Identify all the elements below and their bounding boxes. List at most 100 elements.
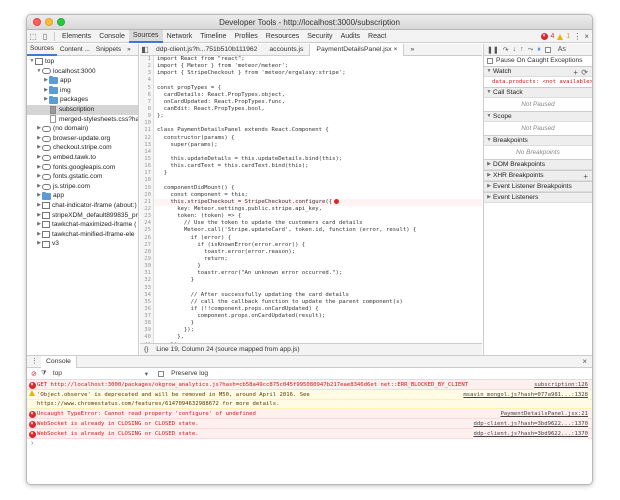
tree-item[interactable]: merged-stylesheets.css?has: [27, 115, 138, 125]
line-number[interactable]: 14: [140, 148, 154, 156]
tree-item[interactable]: ▶ stripeXDM_default899835_pro: [27, 211, 138, 221]
line-number[interactable]: 3: [140, 70, 154, 78]
code-line[interactable]: 23 token: (token) => {: [140, 213, 482, 221]
dom-breakpoints-header[interactable]: ▶ DOM Breakpoints: [484, 159, 592, 170]
async-checkbox[interactable]: [544, 46, 551, 53]
line-number[interactable]: 39: [140, 327, 154, 335]
line-number[interactable]: 4: [140, 77, 154, 85]
line-number[interactable]: 37: [140, 313, 154, 321]
console-source-link[interactable]: ddp-client.js?hash=3bd9622...:1370: [473, 419, 588, 429]
console-source-link[interactable]: subscription:126: [534, 380, 588, 390]
error-count[interactable]: 4: [551, 33, 555, 40]
code-line[interactable]: 16 this.cardText = this.cardText.bind(th…: [140, 163, 482, 171]
nav-more-tabs[interactable]: »: [124, 44, 134, 56]
panel-tab-network[interactable]: Network: [163, 30, 197, 43]
line-number[interactable]: 30: [140, 263, 154, 271]
event-listener-breakpoints-header[interactable]: ▶ Event Listener Breakpoints: [484, 181, 592, 192]
code-line[interactable]: 6 cardDetails: React.PropTypes.object,: [140, 91, 482, 99]
line-number[interactable]: 16: [140, 163, 154, 171]
warning-count[interactable]: 1: [566, 33, 570, 40]
tree-item[interactable]: ▶ (no domain): [27, 124, 138, 134]
line-number[interactable]: 20: [140, 191, 154, 199]
add-watch-icon[interactable]: +: [573, 67, 578, 78]
line-number[interactable]: 24: [140, 220, 154, 228]
refresh-watch-icon[interactable]: ⟳: [581, 67, 588, 78]
console-source-link[interactable]: PaymentDetailsPanel.jsx:21: [500, 409, 588, 419]
code-line[interactable]: 36 if (!!component.props.onCardUpdated) …: [140, 305, 482, 314]
breakpoints-section-header[interactable]: ▼ Breakpoints: [484, 135, 592, 146]
event-listeners-header[interactable]: ▶ Event Listeners: [484, 192, 592, 203]
close-drawer-icon[interactable]: ×: [582, 356, 587, 368]
pause-on-caught-row[interactable]: Pause On Caught Exceptions: [484, 56, 592, 66]
tree-item[interactable]: ▶ tawkchat-minified-iframe-ele: [27, 230, 138, 240]
xhr-breakpoints-header[interactable]: ▶ XHR Breakpoints +: [484, 170, 592, 181]
code-line[interactable]: 2 import { Meteor } from 'meteor/meteor';: [140, 63, 482, 71]
tree-item[interactable]: ▼ localhost:3000: [27, 67, 138, 77]
line-number[interactable]: 22: [140, 205, 154, 214]
warning-count-icon[interactable]: [557, 33, 564, 40]
panel-tab-profiles[interactable]: Profiles: [230, 30, 261, 43]
preserve-log-checkbox[interactable]: [158, 370, 165, 377]
line-number[interactable]: 6: [140, 91, 154, 99]
line-number[interactable]: 36: [140, 305, 154, 314]
step-into-icon[interactable]: ↓: [513, 46, 517, 53]
panel-tab-console[interactable]: Console: [95, 30, 129, 43]
line-number[interactable]: 1: [140, 56, 154, 64]
error-count-icon[interactable]: ×: [540, 33, 548, 40]
code-line[interactable]: 24 // Use the token to update the custom…: [140, 220, 482, 228]
close-devtools-icon[interactable]: ×: [584, 32, 589, 41]
editor-tab-ddp-client[interactable]: ddp-client.js?h...751b510b111962: [150, 44, 263, 56]
panel-tab-resources[interactable]: Resources: [262, 30, 303, 43]
line-number[interactable]: 23: [140, 213, 154, 221]
line-number[interactable]: 5: [140, 84, 154, 92]
code-line[interactable]: 13 super(params);: [140, 141, 482, 149]
code-line[interactable]: 29 return;: [140, 255, 482, 264]
context-select[interactable]: top: [51, 370, 141, 377]
code-line[interactable]: 35 // call the callback function to upda…: [140, 298, 482, 306]
code-line[interactable]: 37 component.props.onCardUpdated(result)…: [140, 313, 482, 321]
code-line[interactable]: 20 const component = this;: [140, 191, 482, 199]
panel-tab-elements[interactable]: Elements: [58, 30, 95, 43]
code-line[interactable]: 4: [140, 77, 482, 85]
drawer-tab-console[interactable]: Console: [41, 355, 77, 368]
error-marker-icon[interactable]: [334, 198, 340, 204]
zoom-window-button[interactable]: [57, 18, 65, 26]
tree-item[interactable]: subscription: [27, 104, 138, 115]
tree-item[interactable]: ▶ tawkchat-maximized-iframe (: [27, 220, 138, 230]
tree-item[interactable]: ▶ app: [27, 191, 138, 201]
code-line[interactable]: 10: [140, 120, 482, 128]
code-line[interactable]: 34 // After successfully updating the ca…: [140, 291, 482, 299]
panel-tab-timeline[interactable]: Timeline: [196, 30, 230, 43]
code-line[interactable]: 33: [140, 284, 482, 292]
code-editor[interactable]: 1 import React from "react"; 2 import { Met…: [140, 56, 482, 343]
code-line[interactable]: 1 import React from "react";: [140, 56, 482, 64]
code-line[interactable]: 18: [140, 177, 482, 185]
line-number[interactable]: 26: [140, 234, 154, 242]
nav-tab-sources[interactable]: Sources: [27, 44, 57, 56]
line-number[interactable]: 17: [140, 170, 154, 178]
line-number[interactable]: 15: [140, 155, 154, 164]
tree-item[interactable]: ▼ top: [27, 57, 138, 67]
watch-expression[interactable]: data.products: <not available>: [484, 77, 592, 87]
panel-tab-sources[interactable]: Sources: [128, 29, 163, 43]
context-dropdown-icon[interactable]: ▾: [145, 370, 148, 378]
code-line[interactable]: 25 Meteor.call('Stripe.updateCard', toke…: [140, 227, 482, 235]
code-line[interactable]: 7 onCardUpdated: React.PropTypes.func,: [140, 98, 482, 106]
line-number[interactable]: 21: [140, 198, 154, 206]
line-number[interactable]: 31: [140, 270, 154, 278]
drawer-menu-icon[interactable]: ⋮: [31, 356, 38, 368]
code-line[interactable]: 38 }: [140, 320, 482, 328]
inspect-element-icon[interactable]: ⬚: [27, 30, 39, 42]
tree-item[interactable]: ▶ checkout.stripe.com: [27, 143, 138, 153]
step-over-icon[interactable]: ↷: [503, 46, 509, 54]
tree-item[interactable]: ▶ embed.tawk.to: [27, 153, 138, 163]
tree-item[interactable]: ▶ v3: [27, 239, 138, 249]
device-mode-icon[interactable]: ▯: [39, 30, 51, 42]
nav-tab-snippets[interactable]: Snippets: [93, 44, 124, 56]
code-line[interactable]: 28 toastr.error(error.reason);: [140, 248, 482, 256]
panel-tab-security[interactable]: Security: [303, 30, 336, 43]
pause-on-caught-checkbox[interactable]: [487, 58, 493, 64]
line-number[interactable]: 9: [140, 113, 154, 121]
tree-item[interactable]: ▶ fonts.googleapis.com: [27, 163, 138, 173]
line-number[interactable]: 32: [140, 277, 154, 285]
